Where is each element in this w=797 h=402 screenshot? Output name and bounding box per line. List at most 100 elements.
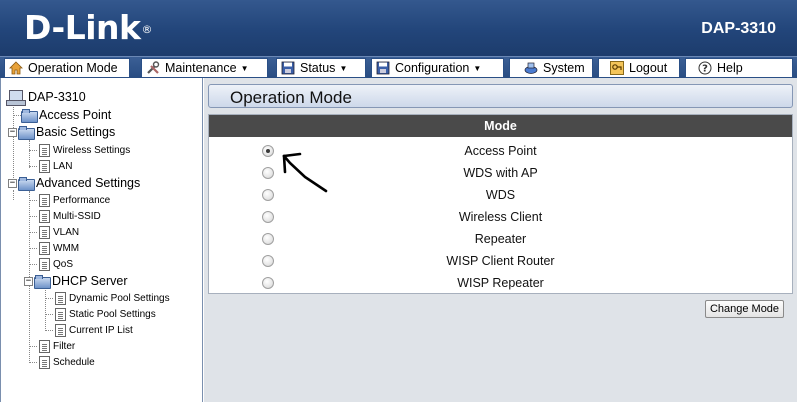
- tree-line: [29, 248, 37, 249]
- tree-item-label: Performance: [53, 195, 111, 206]
- tree-line: [13, 104, 14, 184]
- tree-item-label: Filter: [53, 341, 76, 352]
- page-icon: [39, 144, 50, 157]
- collapse-icon[interactable]: −: [24, 276, 33, 286]
- menu-status[interactable]: Status ▼: [276, 58, 366, 78]
- sidebar-tree: DAP-3310 Access Point − Basic Settings W…: [0, 78, 203, 402]
- tree-item-access-point[interactable]: Access Point: [21, 108, 112, 123]
- menu-operation-mode-label: Operation Mode: [28, 61, 118, 75]
- menu-help[interactable]: ? Help: [685, 58, 793, 78]
- tree-item-label: Wireless Settings: [53, 145, 131, 156]
- home-icon: [9, 61, 23, 75]
- tree-item-label: Access Point: [39, 108, 112, 122]
- tree-item-label: LAN: [53, 161, 73, 172]
- tree-item-qos[interactable]: QoS: [39, 258, 73, 271]
- help-icon: ?: [698, 61, 712, 75]
- tree-item-dynamic-pool[interactable]: Dynamic Pool Settings: [55, 292, 170, 305]
- folder-icon: [18, 177, 35, 191]
- folder-icon: [18, 126, 35, 140]
- tree-item-label: QoS: [53, 259, 74, 270]
- tree-item-label: Basic Settings: [36, 125, 116, 139]
- tree-item-dhcp-server[interactable]: − DHCP Server: [24, 274, 128, 289]
- svg-text:?: ?: [702, 64, 708, 75]
- mode-row-wisp-repeater: WISP Repeater: [209, 272, 792, 294]
- mode-label: WISP Client Router: [446, 254, 555, 268]
- tree-item-label: Current IP List: [69, 325, 133, 336]
- page-icon: [39, 160, 50, 173]
- header-banner: D-Link® DAP-3310: [0, 0, 797, 56]
- tree-line: [29, 140, 30, 168]
- mode-label: Repeater: [474, 232, 527, 246]
- mode-label: Wireless Client: [458, 210, 543, 224]
- page-title: Operation Mode: [230, 88, 352, 107]
- page-icon: [39, 210, 50, 223]
- tree-line: [29, 216, 37, 217]
- collapse-icon[interactable]: −: [8, 127, 17, 137]
- tree-line: [45, 314, 53, 315]
- change-mode-button[interactable]: Change Mode: [705, 300, 784, 318]
- tree-item-vlan[interactable]: VLAN: [39, 226, 79, 239]
- tree-item-basic-settings[interactable]: − Basic Settings: [8, 125, 116, 140]
- tree-item-static-pool[interactable]: Static Pool Settings: [55, 308, 156, 321]
- tree-item-label: Advanced Settings: [36, 176, 141, 190]
- mode-row-repeater: Repeater: [209, 228, 792, 250]
- page-icon: [39, 356, 50, 369]
- mode-row-wireless-client: Wireless Client: [209, 206, 792, 228]
- chevron-down-icon: ▼: [339, 63, 348, 73]
- tree-item-filter[interactable]: Filter: [39, 340, 75, 353]
- tree-line: [29, 264, 37, 265]
- tree-item-lan[interactable]: LAN: [39, 160, 72, 173]
- tree-item-label: Dynamic Pool Settings: [69, 293, 170, 304]
- tree-root-device[interactable]: DAP-3310: [6, 90, 86, 106]
- tree-item-label: DHCP Server: [52, 274, 128, 288]
- menu-help-label: Help: [717, 61, 743, 75]
- floppy-icon: [281, 61, 295, 75]
- tree-line: [45, 287, 46, 331]
- tree-line: [29, 346, 37, 347]
- menu-maintenance[interactable]: Maintenance ▼: [141, 58, 268, 78]
- system-icon: [524, 61, 538, 75]
- menu-maintenance-label: Maintenance: [165, 61, 237, 75]
- tree-item-wmm[interactable]: WMM: [39, 242, 79, 255]
- page-title-bar: Operation Mode: [208, 84, 793, 108]
- tree-line: [29, 200, 37, 201]
- tree-item-label: WMM: [53, 243, 80, 254]
- tree-item-advanced-settings[interactable]: − Advanced Settings: [8, 176, 141, 191]
- chevron-down-icon: ▼: [473, 63, 482, 73]
- tools-icon: [146, 61, 160, 75]
- page-icon: [39, 340, 50, 353]
- page-icon: [39, 258, 50, 271]
- registered-mark: ®: [141, 23, 152, 36]
- tree-item-label: Static Pool Settings: [69, 309, 156, 320]
- tree-item-wireless-settings[interactable]: Wireless Settings: [39, 144, 130, 157]
- tree-item-label: Multi-SSID: [53, 211, 101, 222]
- menu-operation-mode[interactable]: Operation Mode: [4, 58, 130, 78]
- page-icon: [39, 194, 50, 207]
- tree-line: [29, 232, 37, 233]
- menu-system[interactable]: System: [509, 58, 593, 78]
- tree-item-multi-ssid[interactable]: Multi-SSID: [39, 210, 101, 223]
- tree-item-label: Schedule: [53, 357, 95, 368]
- tree-line: [13, 115, 21, 116]
- model-name: DAP-3310: [701, 20, 776, 37]
- page-icon: [39, 226, 50, 239]
- mode-table: Mode Access Point WDS with AP WDS Wirele…: [208, 114, 793, 294]
- menu-logout-label: Logout: [629, 61, 668, 75]
- mode-row-wisp-client-router: WISP Client Router: [209, 250, 792, 272]
- floppy-icon: [376, 61, 390, 75]
- menu-logout[interactable]: Logout: [598, 58, 680, 78]
- tree-item-schedule[interactable]: Schedule: [39, 356, 95, 369]
- collapse-icon[interactable]: −: [8, 178, 17, 188]
- tree-line: [29, 150, 37, 151]
- menu-configuration[interactable]: Configuration ▼: [371, 58, 504, 78]
- tree-line: [45, 330, 53, 331]
- page-icon: [55, 292, 66, 305]
- menu-configuration-label: Configuration: [395, 61, 470, 75]
- folder-icon: [34, 275, 51, 289]
- page-icon: [55, 308, 66, 321]
- tree-root-label: DAP-3310: [28, 90, 86, 104]
- mode-table-header: Mode: [209, 115, 792, 137]
- mode-label: WISP Repeater: [457, 276, 544, 290]
- tree-item-current-ip[interactable]: Current IP List: [55, 324, 133, 337]
- tree-item-performance[interactable]: Performance: [39, 194, 110, 207]
